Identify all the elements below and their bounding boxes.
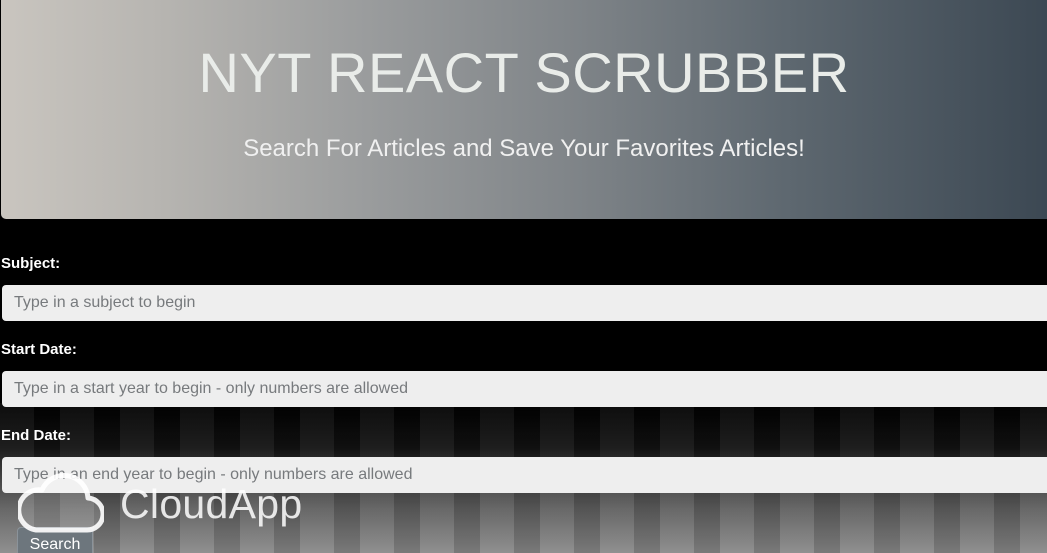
header-jumbotron: NYT REACT SCRUBBER Search For Articles a… [1,0,1047,219]
subject-input[interactable] [2,285,1047,321]
end-date-input[interactable] [2,457,1047,493]
page-subtitle: Search For Articles and Save Your Favori… [243,135,805,162]
subject-label: Subject: [1,255,61,272]
end-date-label: End Date: [1,427,72,444]
page: NYT REACT SCRUBBER Search For Articles a… [0,0,1047,553]
search-button[interactable]: Search [17,527,93,553]
start-date-input[interactable] [2,371,1047,407]
page-title: NYT REACT SCRUBBER [198,41,850,104]
start-date-label: Start Date: [1,341,77,358]
